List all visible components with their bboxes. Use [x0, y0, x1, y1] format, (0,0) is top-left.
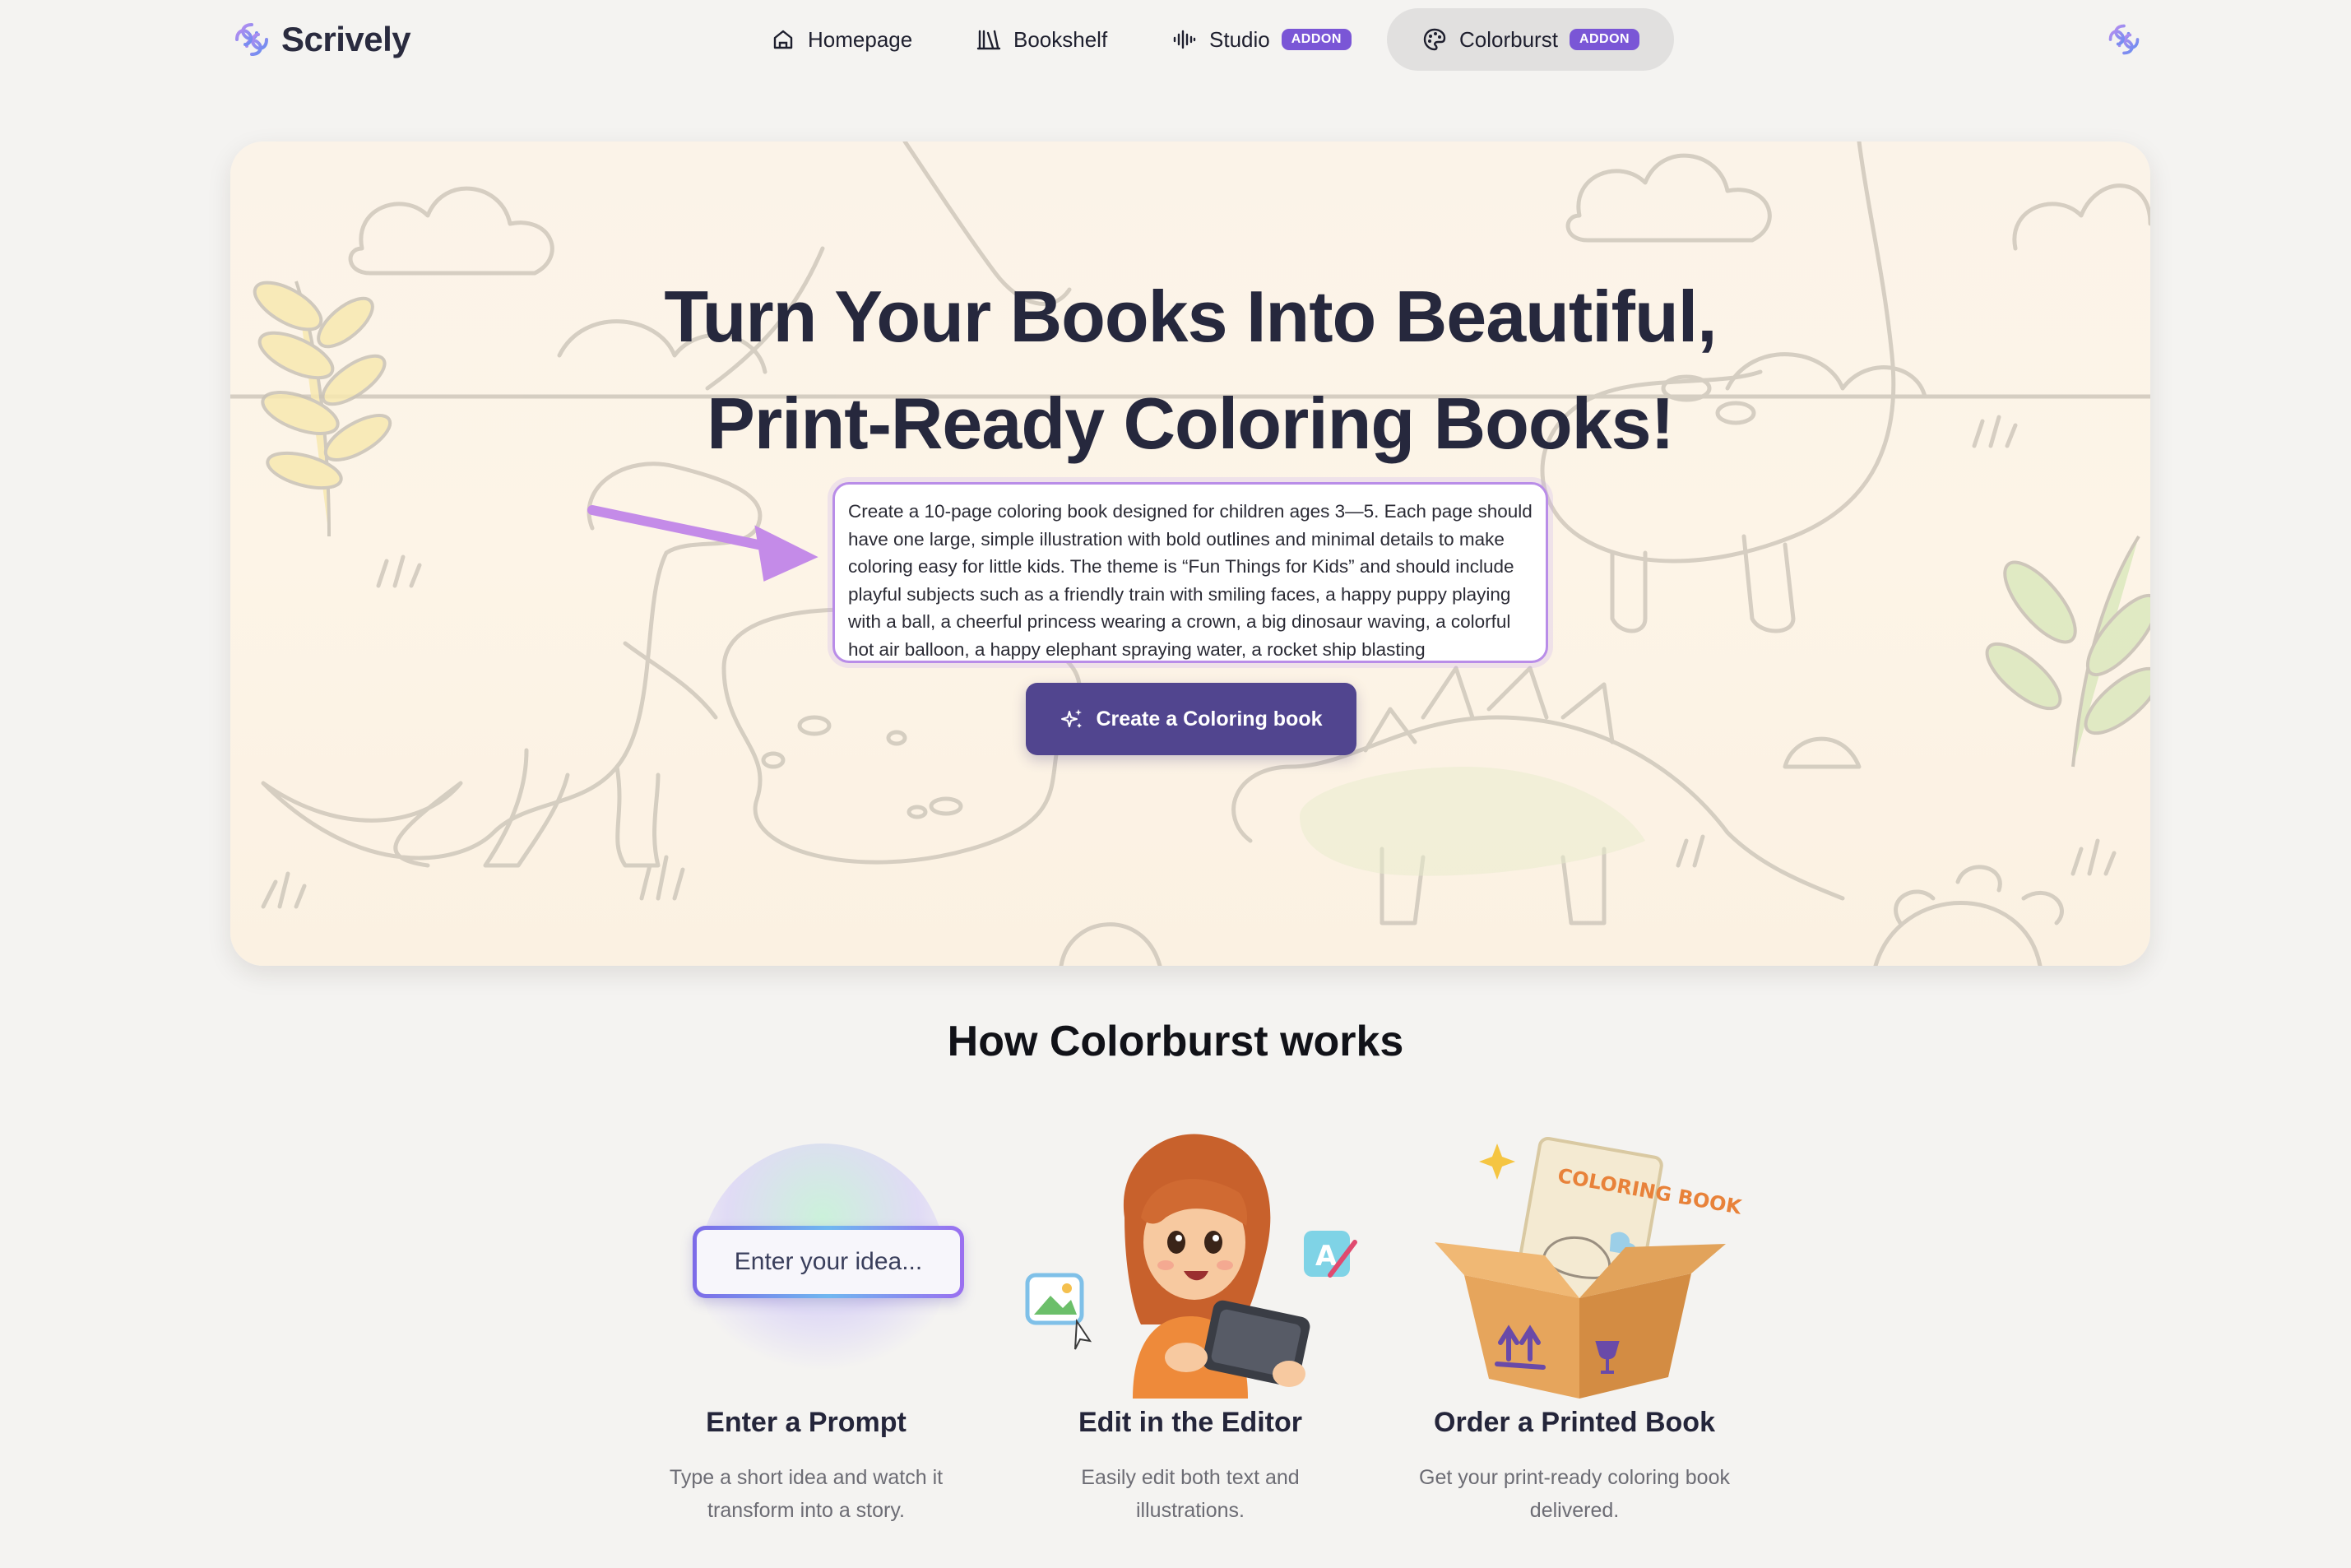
step-title: Order a Printed Book: [1434, 1407, 1715, 1438]
how-it-works-title: How Colorburst works: [947, 1018, 1404, 1065]
hero-title-line-2: Print-Ready Coloring Books!: [707, 383, 1675, 464]
bookshelf-icon: [976, 30, 1001, 50]
hero-title-line-1: Turn Your Books Into Beautiful,: [664, 276, 1717, 357]
nav-label: Studio: [1209, 26, 1270, 52]
account-logo-icon[interactable]: [2106, 21, 2142, 58]
coloring-prompt-textarea[interactable]: Create a 10-page coloring book designed …: [832, 482, 1548, 663]
top-navigation-bar: Scrively Homepage Bookshelf Studio ADDON: [0, 0, 2351, 82]
sparkles-icon: [1061, 709, 1083, 728]
nav-label: Bookshelf: [1013, 26, 1108, 52]
create-button-label: Create a Coloring book: [1096, 707, 1323, 731]
audio-wave-icon: [1173, 30, 1196, 49]
home-icon: [773, 30, 793, 49]
addon-badge: ADDON: [1281, 29, 1352, 50]
idea-input-illustration: Enter your idea...: [693, 1226, 964, 1298]
addon-badge: ADDON: [1569, 29, 1640, 50]
main-nav: Homepage Bookshelf Studio ADDON Colorbur…: [0, 8, 2351, 71]
nav-label: Homepage: [808, 26, 913, 52]
step-description: Type a short idea and watch it transform…: [669, 1466, 944, 1522]
hero-title: Turn Your Books Into Beautiful, Print-Re…: [230, 263, 2150, 477]
step-description: Easily edit both text and illustrations.: [1081, 1466, 1300, 1522]
create-coloring-book-button[interactable]: Create a Coloring book: [1026, 683, 1356, 755]
coloring-book-box-illustration: COLORING BOOK: [1435, 1137, 1744, 1399]
nav-label: Colorburst: [1459, 26, 1558, 52]
nav-item-studio[interactable]: Studio ADDON: [1138, 8, 1384, 71]
nav-item-colorburst[interactable]: Colorburst ADDON: [1387, 8, 1675, 71]
palette-icon: [1423, 28, 1446, 51]
star-icon: [1479, 1144, 1515, 1180]
hero-section: Turn Your Books Into Beautiful, Print-Re…: [230, 141, 2150, 966]
step-title: Enter a Prompt: [706, 1407, 907, 1438]
step-title: Edit in the Editor: [1078, 1407, 1302, 1438]
girl-with-tablet-illustration: A: [1025, 1134, 1357, 1399]
nav-item-homepage[interactable]: Homepage: [737, 8, 945, 71]
prompt-illustration: Enter your idea...: [617, 1127, 995, 1399]
nav-item-bookshelf[interactable]: Bookshelf: [943, 8, 1140, 71]
step-description: Get your print-ready coloring book deliv…: [1419, 1466, 1730, 1522]
